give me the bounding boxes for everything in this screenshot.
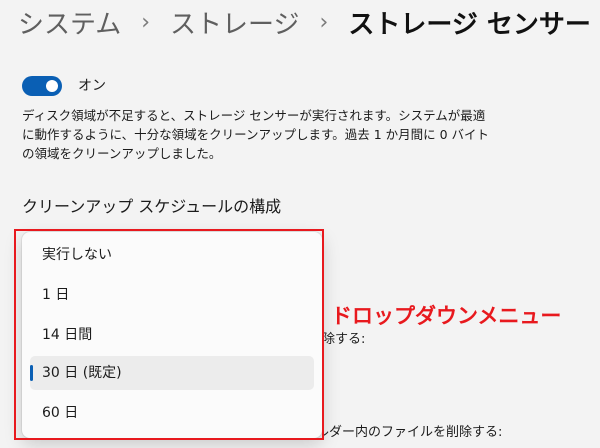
annotation-highlight-box [14, 229, 324, 440]
breadcrumb-system[interactable]: システム [18, 4, 121, 41]
page-title: ストレージ センサー [348, 10, 591, 40]
storage-sense-description: ディスク領域が不足すると、ストレージ センサーが実行されます。システムが最適に動… [22, 108, 490, 161]
chevron-right-icon: › [141, 10, 151, 35]
toggle-label: オン [78, 78, 106, 94]
cleanup-schedule-title: クリーンアップ スケジュールの構成 [22, 197, 282, 216]
background-setting-label: 除する: [322, 332, 366, 347]
toggle-knob [46, 80, 58, 92]
annotation-label: ドロップダウンメニュー [331, 304, 562, 328]
breadcrumb: システム › ストレージ › ストレージ センサー [18, 4, 591, 41]
background-setting-label: ルダー内のファイルを削除する: [316, 425, 503, 440]
storage-sense-toggle[interactable] [22, 76, 62, 96]
breadcrumb-storage[interactable]: ストレージ [170, 4, 299, 41]
chevron-right-icon: › [319, 10, 329, 35]
